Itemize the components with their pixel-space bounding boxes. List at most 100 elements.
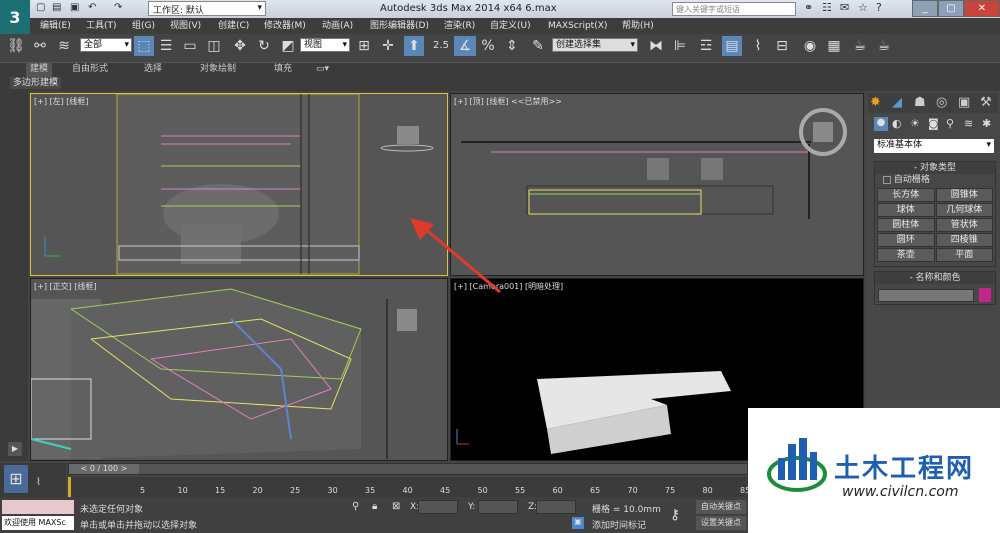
percent-snap-icon[interactable]: % [478,36,498,56]
ribbon-tab-modeling[interactable]: 建模 [26,62,53,77]
redo-icon[interactable]: ↷ [114,2,122,13]
render-production-icon[interactable]: ☕ [874,36,894,56]
save-file-icon[interactable]: ▣ [70,2,79,13]
viewport-top-label[interactable]: [+] [顶] [线框] <<已禁用>> [454,96,562,107]
bind-space-warp-icon[interactable]: ≋ [54,36,74,56]
name-color-header[interactable]: - 名称和颜色 [875,272,995,284]
torus-button[interactable]: 圆环 [877,233,935,247]
key-icon[interactable]: ⚷ [670,507,680,523]
viewport-layout-icon[interactable]: ⊞ [4,465,28,493]
select-link-icon[interactable]: ⛓ [6,36,26,56]
cone-button[interactable]: 圆锥体 [935,188,993,202]
mini-curve-editor-icon[interactable]: ⌇ [36,477,41,488]
object-color-swatch[interactable] [979,288,991,302]
z-coordinate-field[interactable] [536,500,576,514]
align-icon[interactable]: ⊫ [670,36,690,56]
ribbon-tab-selection[interactable]: 选择 [144,62,162,77]
mirror-icon[interactable]: ⧓ [646,36,666,56]
new-file-icon[interactable]: ▢ [36,2,45,13]
space-warps-icon[interactable]: ≋ [964,117,973,130]
app-logo-button[interactable]: 3 [0,0,30,34]
menu-create[interactable]: 创建(C) [218,18,249,34]
pyramid-button[interactable]: 四棱锥 [935,233,993,247]
autogrid-checkbox[interactable] [883,175,891,184]
create-tab-icon[interactable]: ✸ [870,95,881,110]
sphere-button[interactable]: 球体 [877,203,935,217]
ribbon-tab-freeform[interactable]: 自由形式 [72,62,108,77]
rendered-frame-window-icon[interactable]: ☕ [850,36,870,56]
menu-rendering[interactable]: 渲染(R) [444,18,475,34]
window-crossing-icon[interactable]: ◫ [204,36,224,56]
time-slider-track[interactable]: < 0 / 100 > [68,463,748,475]
maximize-button[interactable]: ▢ [938,0,964,17]
menu-views[interactable]: 视图(V) [170,18,201,34]
ribbon-polygon-modeling[interactable]: 多边形建模 [10,77,62,89]
timeline-ruler[interactable]: 5 10 15 20 25 30 35 40 45 50 55 60 65 70 75 80 85 [68,477,750,497]
time-slider-thumb[interactable]: < 0 / 100 > [69,464,139,474]
open-file-icon[interactable]: ▤ [52,2,61,13]
select-object-icon[interactable]: ⬚ [134,36,154,56]
graphite-tools-icon[interactable]: ▤ [722,36,742,56]
menu-group[interactable]: 组(G) [132,18,155,34]
selection-filter-dropdown[interactable]: 全部 ▾ [80,38,132,52]
curve-editor-icon[interactable]: ⌇ [748,36,768,56]
ribbon-tab-populate[interactable]: 填充 [274,62,292,77]
teapot-button[interactable]: 茶壶 [877,248,935,262]
material-editor-icon[interactable]: ◉ [800,36,820,56]
object-name-input[interactable] [878,289,974,302]
viewport-orthographic[interactable]: [+] [正交] [线框] [30,278,448,461]
object-category-dropdown[interactable]: 标准基本体 ▾ [874,139,994,153]
expand-arrow-icon[interactable]: ▶ [8,442,22,456]
reference-coordinate-dropdown[interactable]: 视图 ▾ [300,38,350,52]
binoculars-icon[interactable]: ⚭ [804,1,813,14]
select-move-icon[interactable]: ✥ [230,36,250,56]
menu-maxscript[interactable]: MAXScript(X) [548,18,607,34]
spinner-snap-icon[interactable]: ⇕ [502,36,522,56]
cameras-icon[interactable]: ◙ [928,117,939,130]
lights-icon[interactable]: ☀ [910,117,920,130]
display-tab-icon[interactable]: ▣ [958,95,970,110]
x-coordinate-field[interactable] [418,500,458,514]
object-type-header[interactable]: - 对象类型 [875,162,995,174]
add-time-tag-button[interactable]: 添加时间标记 [592,518,646,531]
subscription-icon[interactable]: ☷ [822,1,832,14]
tube-button[interactable]: 管状体 [935,218,993,232]
time-tag-icon[interactable]: ▣ [572,517,584,529]
select-by-name-icon[interactable]: ☰ [156,36,176,56]
geosphere-button[interactable]: 几何球体 [935,203,993,217]
helpers-icon[interactable]: ⚲ [946,117,954,130]
box-button[interactable]: 长方体 [877,188,935,202]
set-key-button[interactable]: 设置关键点 [696,516,746,530]
isolate-icon[interactable]: ⚲ [352,501,359,512]
menu-help[interactable]: 帮助(H) [622,18,654,34]
menu-tools[interactable]: 工具(T) [86,18,117,34]
absolute-mode-icon[interactable]: ⊠ [392,501,400,512]
workspace-dropdown[interactable]: 工作区: 默认 ▾ [148,1,266,16]
utilities-tab-icon[interactable]: ⚒ [980,95,992,110]
select-manipulate-icon[interactable]: ✛ [378,36,398,56]
menu-graph-editors[interactable]: 图形编辑器(D) [370,18,429,34]
select-rotate-icon[interactable]: ↻ [254,36,274,56]
hierarchy-tab-icon[interactable]: ☗ [914,95,926,110]
cylinder-button[interactable]: 圆柱体 [877,218,935,232]
maxscript-mini-listener-top[interactable] [2,500,74,514]
star-icon[interactable]: ☆ [858,1,868,14]
pivot-center-icon[interactable]: ⊞ [354,36,374,56]
lock-selection-icon[interactable]: 🔒︎ [372,501,377,512]
auto-key-button[interactable]: 自动关键点 [696,500,746,514]
snaps-toggle-icon[interactable]: 2.5 [430,36,452,56]
systems-icon[interactable]: ✱ [982,117,991,130]
close-button[interactable]: ✕ [964,0,1000,17]
motion-tab-icon[interactable]: ◎ [936,95,947,110]
undo-icon[interactable]: ↶ [88,2,96,13]
ribbon-tab-object-paint[interactable]: 对象绘制 [200,62,236,77]
viewport-orthographic-label[interactable]: [+] [正交] [线框] [34,281,97,292]
keyboard-shortcut-override-icon[interactable]: ⬆ [404,36,424,56]
search-input[interactable]: 键入关键字或短语 [672,2,796,16]
menu-animation[interactable]: 动画(A) [322,18,353,34]
menu-modifiers[interactable]: 修改器(M) [264,18,306,34]
unlink-icon[interactable]: ⚯ [30,36,50,56]
angle-snap-icon[interactable]: ∡ [454,36,476,56]
rectangular-selection-icon[interactable]: ▭ [180,36,200,56]
viewport-top[interactable]: [+] [顶] [线框] <<已禁用>> [450,93,864,276]
